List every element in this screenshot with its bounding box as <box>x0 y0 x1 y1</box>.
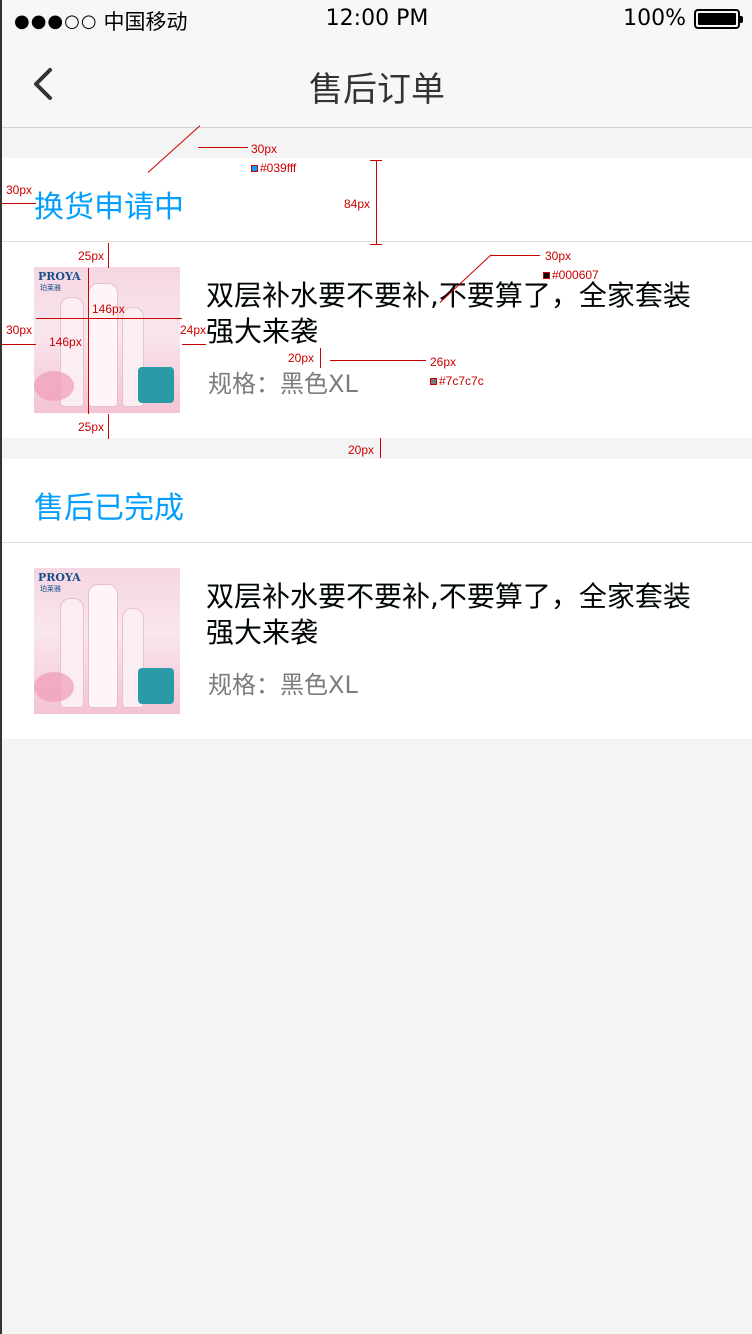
product-image: PROYA 珀莱雅 <box>34 568 180 714</box>
battery-fill <box>698 12 736 25</box>
battery-icon <box>694 8 743 29</box>
section-header: 售后已完成 <box>2 459 752 543</box>
product-spec: 规格：黑色XL <box>208 671 358 699</box>
annotation-line <box>108 243 109 268</box>
annotation-label: 20px <box>288 351 315 365</box>
order-section-exchange: 换货申请中 PROYA 珀莱雅 双层补水要不要补,不要算了，全家套装强大来袭 规… <box>2 158 752 438</box>
annotation-label: 24px <box>180 323 207 337</box>
annotation-line <box>376 160 377 244</box>
annotation-color: #039fff <box>251 161 296 175</box>
jar-graphic <box>138 668 174 704</box>
annotation-line <box>330 360 426 361</box>
annotation-line <box>36 318 182 319</box>
annotation-label: 20px <box>348 443 375 457</box>
annotation-line <box>490 255 540 256</box>
annotation-color: #000607 <box>543 268 599 282</box>
annotation-label: 146px <box>92 302 125 316</box>
annotation-line <box>320 348 321 368</box>
product-spec: 规格：黑色XL <box>208 370 358 398</box>
annotation-line <box>380 438 381 458</box>
annotation-color: #7c7c7c <box>430 374 484 388</box>
annotation-label: #039fff <box>260 161 297 175</box>
annotation-label: 30px <box>6 323 33 337</box>
status-right: 100% <box>623 6 743 31</box>
order-item[interactable]: PROYA 珀莱雅 双层补水要不要补,不要算了，全家套装强大来袭 规格：黑色XL <box>2 242 752 438</box>
annotation-line <box>370 160 382 161</box>
product-name: 双层补水要不要补,不要算了，全家套装强大来袭 <box>206 580 691 649</box>
annotation-label: 25px <box>78 249 105 263</box>
annotation-label: #7c7c7c <box>439 374 484 388</box>
annotation-label: 30px <box>545 249 572 263</box>
petal-graphic <box>34 672 74 702</box>
order-section-completed: 售后已完成 PROYA 珀莱雅 双层补水要不要补,不要算了，全家套装强大来袭 规… <box>2 459 752 739</box>
jar-graphic <box>138 367 174 403</box>
color-swatch <box>543 272 550 280</box>
section-status-title: 售后已完成 <box>34 491 184 526</box>
bottle-graphic <box>88 584 118 708</box>
page-title: 售后订单 <box>309 70 445 110</box>
color-swatch <box>430 378 437 386</box>
nav-bar: 售后订单 <box>2 40 752 128</box>
brand-sub-logo: 珀莱雅 <box>40 585 61 593</box>
color-swatch <box>251 165 258 173</box>
section-header: 换货申请中 <box>2 158 752 242</box>
product-name: 双层补水要不要补,不要算了，全家套装强大来袭 <box>206 279 691 348</box>
annotation-line <box>88 268 89 414</box>
brand-logo: PROYA <box>38 270 81 283</box>
section-status-title: 换货申请中 <box>34 190 184 225</box>
annotation-label: #000607 <box>552 268 599 282</box>
battery-percent: 100% <box>623 6 686 31</box>
annotation-line <box>198 147 248 148</box>
brand-sub-logo: 珀莱雅 <box>40 284 61 292</box>
petal-graphic <box>34 371 74 401</box>
annotation-line <box>2 344 36 345</box>
brand-logo: PROYA <box>38 571 81 584</box>
annotation-line <box>108 414 109 439</box>
annotation-label: 30px <box>251 142 278 156</box>
annotation-label: 146px <box>49 335 82 349</box>
annotation-line <box>182 344 206 345</box>
annotation-label: 26px <box>430 355 457 369</box>
annotation-line <box>2 203 36 204</box>
annotation-label: 25px <box>78 420 105 434</box>
order-item[interactable]: PROYA 珀莱雅 双层补水要不要补,不要算了，全家套装强大来袭 规格：黑色XL <box>2 543 752 739</box>
annotation-label: 84px <box>344 197 371 211</box>
status-bar: ●●●○○ 中国移动 12:00 PM 100% <box>2 0 752 40</box>
annotation-line <box>370 244 382 245</box>
annotation-label: 30px <box>6 183 33 197</box>
